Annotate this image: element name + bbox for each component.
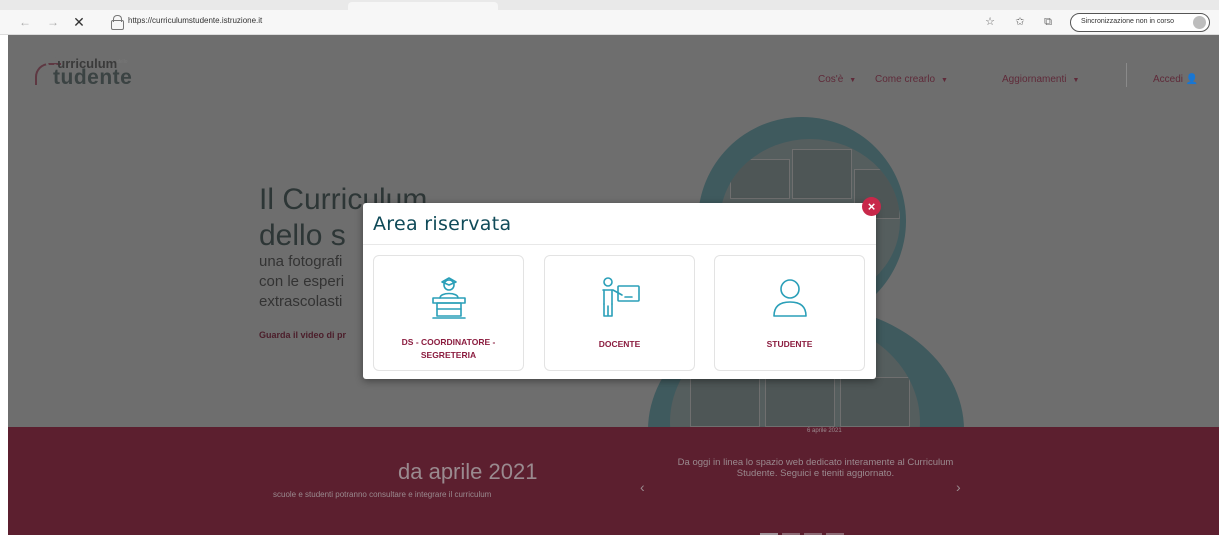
nav-divider xyxy=(1126,63,1127,87)
teacher-board-icon xyxy=(601,277,640,317)
chevron-down-icon: ▼ xyxy=(1072,77,1080,84)
card-label-line2: SEGRETERIA xyxy=(420,350,477,360)
hero-subtitle: una fotografi con le esperi extrascolast… xyxy=(259,252,344,312)
profile-avatar-icon xyxy=(1193,16,1206,29)
login-link[interactable]: Accedi 👤 xyxy=(1153,74,1198,85)
news-message: Da oggi in linea lo spazio web dedicato … xyxy=(677,457,954,479)
news-date: 6 aprile 2021 xyxy=(807,428,842,434)
nav-item-cose[interactable]: Cos'è ▼ xyxy=(818,74,856,85)
carousel-indicators xyxy=(760,522,848,535)
tab-strip xyxy=(0,0,1219,10)
card-label: DOCENTE xyxy=(598,339,641,349)
band-subtext: scuole e studenti potranno consultare e … xyxy=(273,490,492,499)
lectern-icon xyxy=(431,277,466,319)
hero-sub-line2: con le esperi xyxy=(259,273,345,290)
hero-sub-line3: extrascolasti xyxy=(259,293,343,310)
chevron-down-icon: ▼ xyxy=(849,77,857,84)
chevron-down-icon: ▼ xyxy=(941,77,948,84)
nav-item-aggiornamenti[interactable]: Aggiornamenti ▼ xyxy=(1002,74,1079,85)
band-headline: da aprile 2021 xyxy=(398,459,538,484)
active-tab[interactable] xyxy=(348,2,498,10)
modal-title: Area riservata xyxy=(373,213,512,235)
back-icon[interactable]: ← xyxy=(16,14,34,30)
carousel-next-icon[interactable]: › xyxy=(956,479,961,495)
stop-loading-icon[interactable]: ✕ xyxy=(70,14,88,30)
site-logo[interactable]: Curriculum dello tudente xyxy=(35,53,175,93)
browser-window: ← → ✕ https://curriculumstudente.istruzi… xyxy=(0,0,1219,535)
hero-sub-line1: una fotografi xyxy=(259,253,343,270)
address-bar[interactable]: https://curriculumstudente.istruzione.it xyxy=(108,13,968,32)
favorites-icon[interactable]: ✩ xyxy=(1013,15,1027,29)
card-label: DS - COORDINATORE - SEGRETERIA xyxy=(374,336,523,362)
nav-label: Come crearlo xyxy=(875,74,936,85)
browser-toolbar: ← → ✕ https://curriculumstudente.istruzi… xyxy=(0,10,1219,35)
collections-icon[interactable]: ⧉ xyxy=(1041,15,1055,29)
card-label-line1: DS - COORDINATORE - xyxy=(401,337,496,347)
read-aloud-icon[interactable]: ☆ xyxy=(983,15,997,29)
modal-divider xyxy=(363,244,876,245)
video-link[interactable]: Guarda il video di pr xyxy=(259,330,346,340)
nav-item-come-crearlo[interactable]: Come crearlo ▼ xyxy=(875,74,948,85)
login-label: Accedi xyxy=(1153,74,1184,85)
news-band: da aprile 2021 scuole e studenti potrann… xyxy=(8,427,1219,535)
user-outline-icon xyxy=(772,279,807,317)
close-icon[interactable]: × xyxy=(862,197,881,216)
user-icon: 👤 xyxy=(1185,74,1199,85)
sync-status-button[interactable]: Sincronizzazione non in corso xyxy=(1070,13,1210,32)
logo-line2: tudente xyxy=(53,66,133,89)
nav-label: Cos'è xyxy=(818,74,844,85)
carousel-prev-icon[interactable]: ‹ xyxy=(640,479,645,495)
card-studente[interactable]: STUDENTE xyxy=(714,255,865,371)
nav-label: Aggiornamenti xyxy=(1002,74,1067,85)
logo-small: dello xyxy=(117,59,128,65)
card-label: STUDENTE xyxy=(766,339,813,349)
address-url: https://curriculumstudente.istruzione.it xyxy=(128,16,263,25)
lock-icon xyxy=(111,15,124,30)
reserved-area-modal: Area riservata DS - COORDINATORE - SEGRE… xyxy=(363,203,876,379)
forward-icon[interactable]: → xyxy=(44,14,62,30)
card-docente[interactable]: DOCENTE xyxy=(544,255,695,371)
sync-status-label: Sincronizzazione non in corso xyxy=(1081,18,1174,25)
card-ds-coordinatore-segreteria[interactable]: DS - COORDINATORE - SEGRETERIA xyxy=(373,255,524,371)
